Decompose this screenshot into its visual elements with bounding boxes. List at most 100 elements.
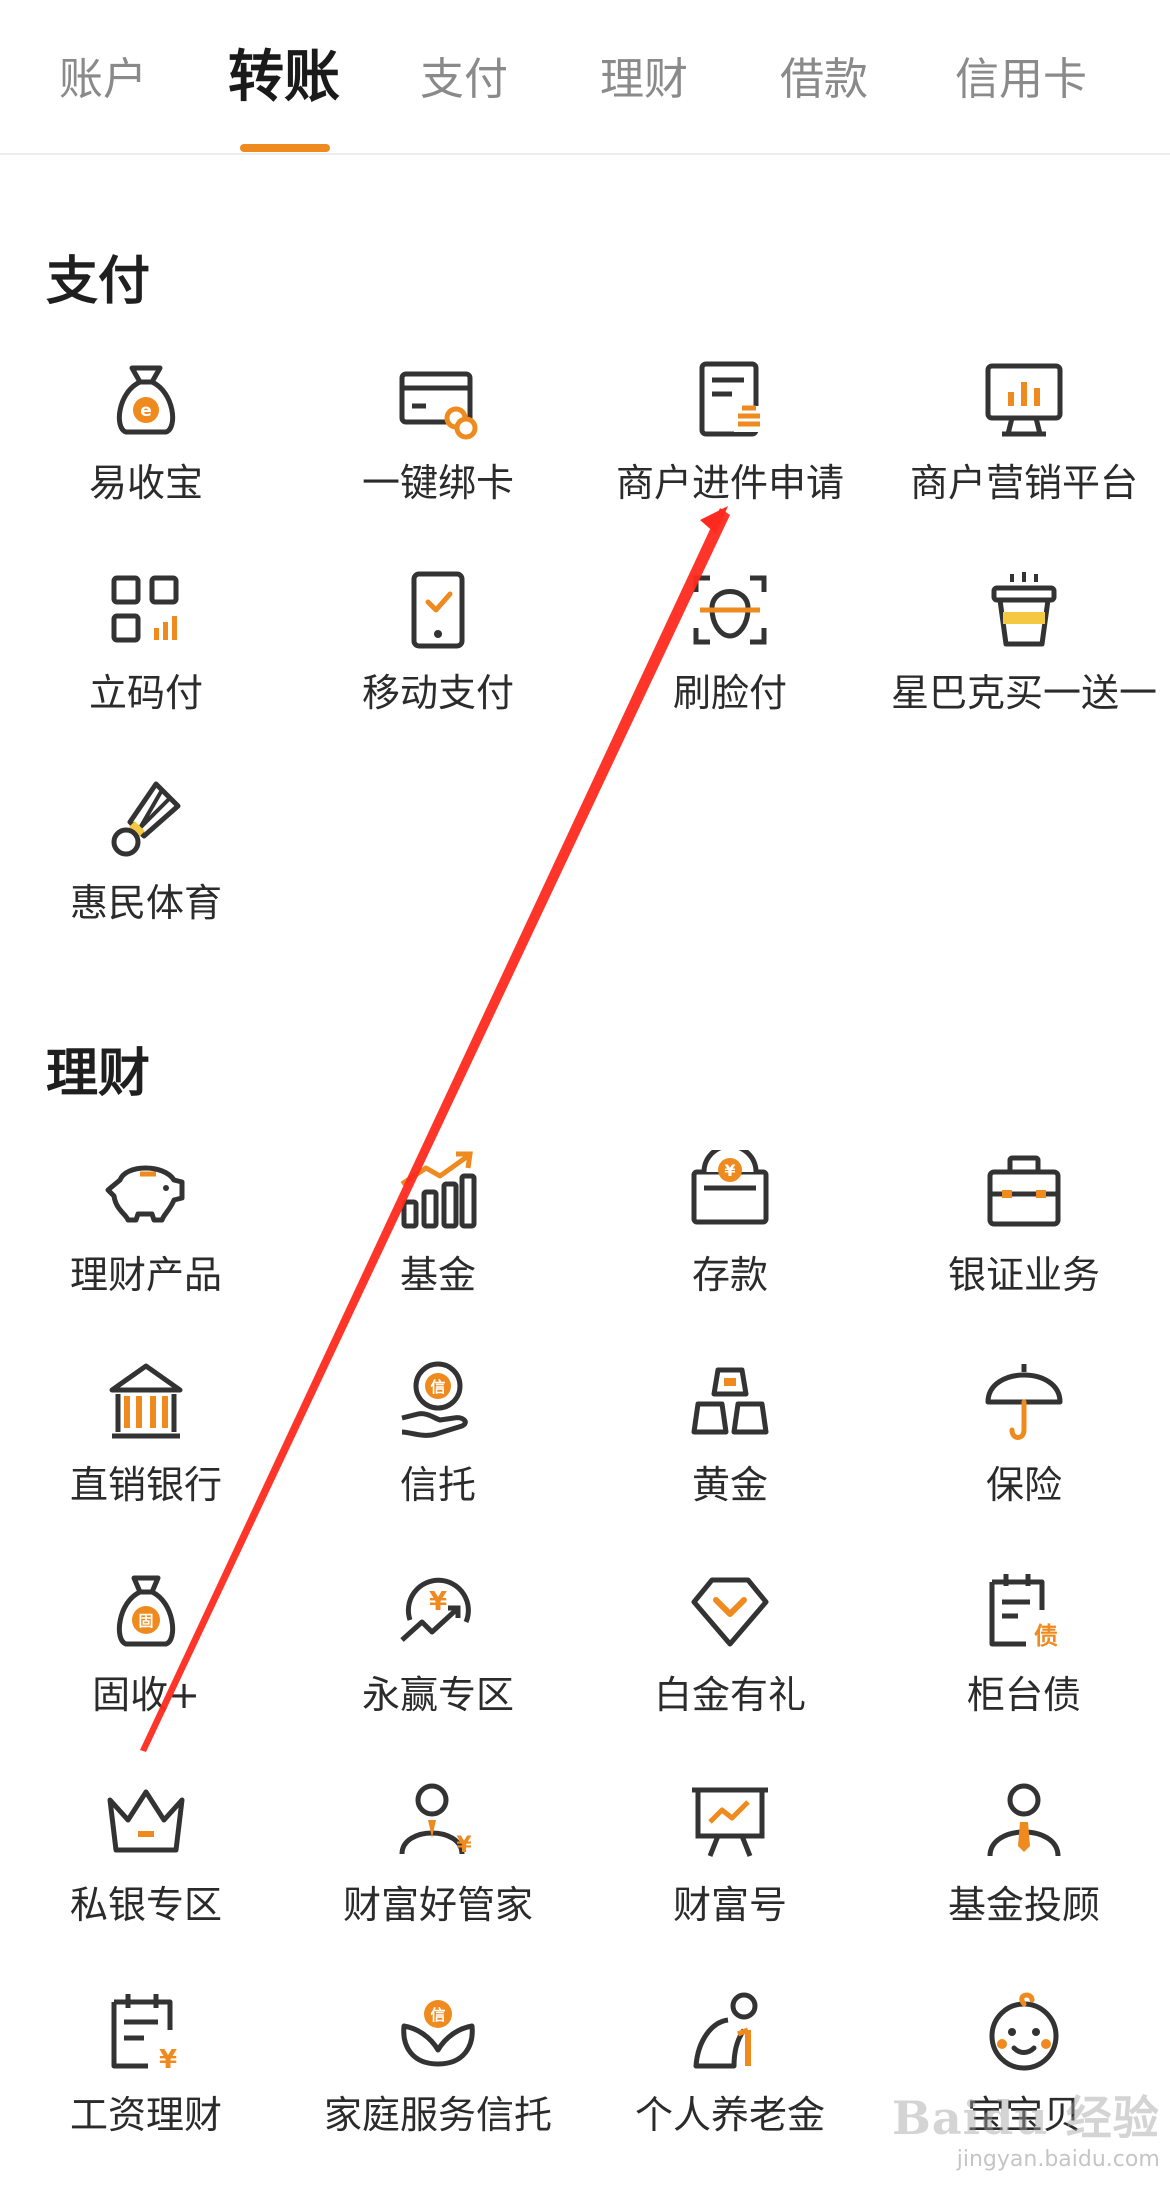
top-tab-bar: 账户 转账 支付 理财 借款 信用卡 <box>0 0 1170 155</box>
bank-building-icon <box>109 1363 183 1439</box>
item-merchant-application[interactable]: 商户进件申请 <box>584 358 876 528</box>
shuttlecock-icon <box>111 781 181 857</box>
item-starbucks[interactable]: 星巴克买一送一 <box>878 568 1170 738</box>
item-label: 工资理财 <box>69 2093 222 2137</box>
bond-document-icon: 债 <box>989 1574 1058 1650</box>
item-fund[interactable]: 基金 <box>292 1150 584 1320</box>
face-scan-icon <box>693 575 767 645</box>
item-counter-bond[interactable]: 债 柜台债 <box>878 1570 1170 1740</box>
item-label: 理财产品 <box>69 1253 222 1297</box>
item-label: 永赢专区 <box>361 1673 514 1717</box>
item-personal-pension[interactable]: 个人养老金 <box>584 1990 876 2160</box>
wealth-manager-icon: ¥ <box>399 1783 472 1858</box>
section-title-pay: 支付 <box>46 252 151 312</box>
item-label: 易收宝 <box>88 461 203 505</box>
item-deposit[interactable]: ¥ 存款 <box>584 1150 876 1320</box>
item-label: 惠民体育 <box>69 881 222 925</box>
salary-calendar-icon: ¥ <box>111 1994 177 2074</box>
item-label: 白金有礼 <box>653 1673 806 1717</box>
item-face-pay[interactable]: 刷脸付 <box>584 568 876 738</box>
item-fixed-income[interactable]: 固 固收+ <box>0 1570 292 1740</box>
item-label: 基金投顾 <box>947 1883 1100 1927</box>
briefcase-icon <box>987 1155 1061 1227</box>
item-yongying[interactable]: ¥ 永赢专区 <box>292 1570 584 1740</box>
item-wealth-manager[interactable]: ¥ 财富好管家 <box>292 1780 584 1950</box>
item-insurance[interactable]: 保险 <box>878 1360 1170 1530</box>
fund-bars-icon <box>400 1151 477 1229</box>
item-label: 保险 <box>985 1463 1062 1507</box>
item-salary-wealth[interactable]: ¥ 工资理财 <box>0 1990 292 2160</box>
fixed-income-bag-icon: 固 <box>116 1575 176 1647</box>
svg-text:固: 固 <box>138 1612 153 1630</box>
tab-account[interactable]: 账户 <box>59 58 147 102</box>
item-trust[interactable]: 信 信托 <box>292 1360 584 1530</box>
item-fund-advisory[interactable]: 基金投顾 <box>878 1780 1170 1950</box>
item-label: 一键绑卡 <box>361 461 514 505</box>
tab-credit-card[interactable]: 信用卡 <box>955 58 1087 102</box>
item-label: 柜台债 <box>966 1673 1081 1717</box>
coffee-cup-icon <box>991 572 1057 647</box>
money-bag-e-icon: e <box>116 365 176 435</box>
tab-pay[interactable]: 支付 <box>420 58 508 102</box>
item-label: 宝宝贝 <box>966 2093 1081 2137</box>
svg-text:¥: ¥ <box>724 1161 735 1180</box>
item-bind-card[interactable]: 一键绑卡 <box>292 358 584 528</box>
section-title-wealth: 理财 <box>46 1044 151 1104</box>
item-label: 存款 <box>691 1253 768 1297</box>
item-limafu[interactable]: 立码付 <box>0 568 292 738</box>
piggy-bank-icon <box>105 1165 185 1223</box>
item-family-trust[interactable]: 信 家庭服务信托 <box>292 1990 584 2160</box>
item-label: 刷脸付 <box>672 671 787 715</box>
advisor-icon <box>987 1783 1061 1857</box>
baby-face-icon <box>989 1992 1059 2071</box>
tab-wealth[interactable]: 理财 <box>600 58 688 102</box>
item-label: 移动支付 <box>361 671 514 715</box>
item-label: 星巴克买一送一 <box>890 671 1157 715</box>
pension-icon <box>693 1992 758 2069</box>
svg-text:信: 信 <box>430 2006 445 2024</box>
crown-icon <box>107 1789 185 1853</box>
item-label: 财富好管家 <box>342 1883 533 1927</box>
gold-bars-icon <box>691 1367 769 1435</box>
item-label: 直销银行 <box>69 1463 222 1507</box>
item-label: 个人养老金 <box>634 2093 825 2137</box>
merchant-form-icon <box>699 361 762 437</box>
svg-text:¥: ¥ <box>159 2045 177 2074</box>
yen-cycle-icon: ¥ <box>400 1577 471 1642</box>
svg-text:信: 信 <box>430 1378 445 1396</box>
svg-text:¥: ¥ <box>456 1833 472 1858</box>
svg-text:e: e <box>140 401 152 421</box>
item-baobaobei[interactable]: 宝宝贝 <box>878 1990 1170 2160</box>
mobile-pay-icon <box>411 571 465 649</box>
item-sports[interactable]: 惠民体育 <box>0 778 292 948</box>
tab-loan[interactable]: 借款 <box>780 58 868 102</box>
item-label: 商户营销平台 <box>909 461 1138 505</box>
active-tab-indicator <box>240 144 330 152</box>
trust-hand-icon: 信 <box>401 1361 468 1438</box>
item-merchant-marketing[interactable]: 商户营销平台 <box>878 358 1170 528</box>
item-wealth-products[interactable]: 理财产品 <box>0 1150 292 1320</box>
item-private-banking[interactable]: 私银专区 <box>0 1780 292 1950</box>
item-label: 黄金 <box>691 1463 768 1507</box>
umbrella-icon <box>985 1364 1063 1440</box>
item-label: 立码付 <box>88 671 203 715</box>
qr-code-icon <box>111 575 179 643</box>
item-securities[interactable]: 银证业务 <box>878 1150 1170 1320</box>
item-label: 固收+ <box>92 1673 200 1717</box>
item-label: 商户进件申请 <box>615 461 844 505</box>
item-label: 银证业务 <box>947 1253 1100 1297</box>
item-mobile-pay[interactable]: 移动支付 <box>292 568 584 738</box>
item-label: 家庭服务信托 <box>323 2093 552 2137</box>
svg-text:债: 债 <box>1034 1622 1058 1650</box>
tab-transfer[interactable]: 转账 <box>228 50 340 106</box>
item-direct-bank[interactable]: 直销银行 <box>0 1360 292 1530</box>
item-gold[interactable]: 黄金 <box>584 1360 876 1530</box>
diamond-icon <box>691 1577 769 1647</box>
deposit-box-icon: ¥ <box>691 1150 769 1225</box>
item-platinum-gift[interactable]: 白金有礼 <box>584 1570 876 1740</box>
item-wealth-account[interactable]: 财富号 <box>584 1780 876 1950</box>
presentation-board-icon <box>692 1787 768 1857</box>
marketing-chart-icon <box>985 363 1063 437</box>
item-yishoubao[interactable]: e 易收宝 <box>0 358 292 528</box>
family-trust-icon: 信 <box>401 2000 475 2067</box>
